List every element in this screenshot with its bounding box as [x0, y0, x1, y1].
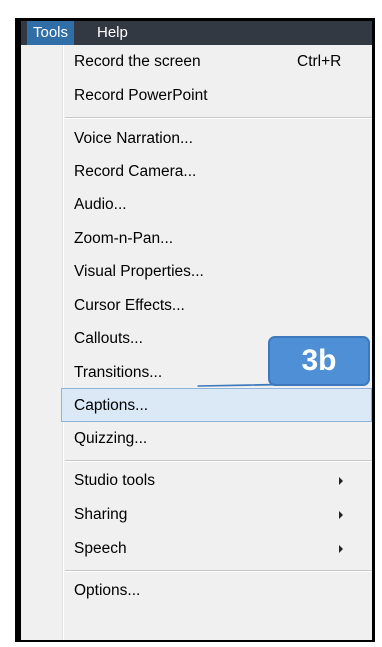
step-callout-badge: 3b	[268, 336, 370, 386]
callout-pointer	[197, 383, 329, 387]
